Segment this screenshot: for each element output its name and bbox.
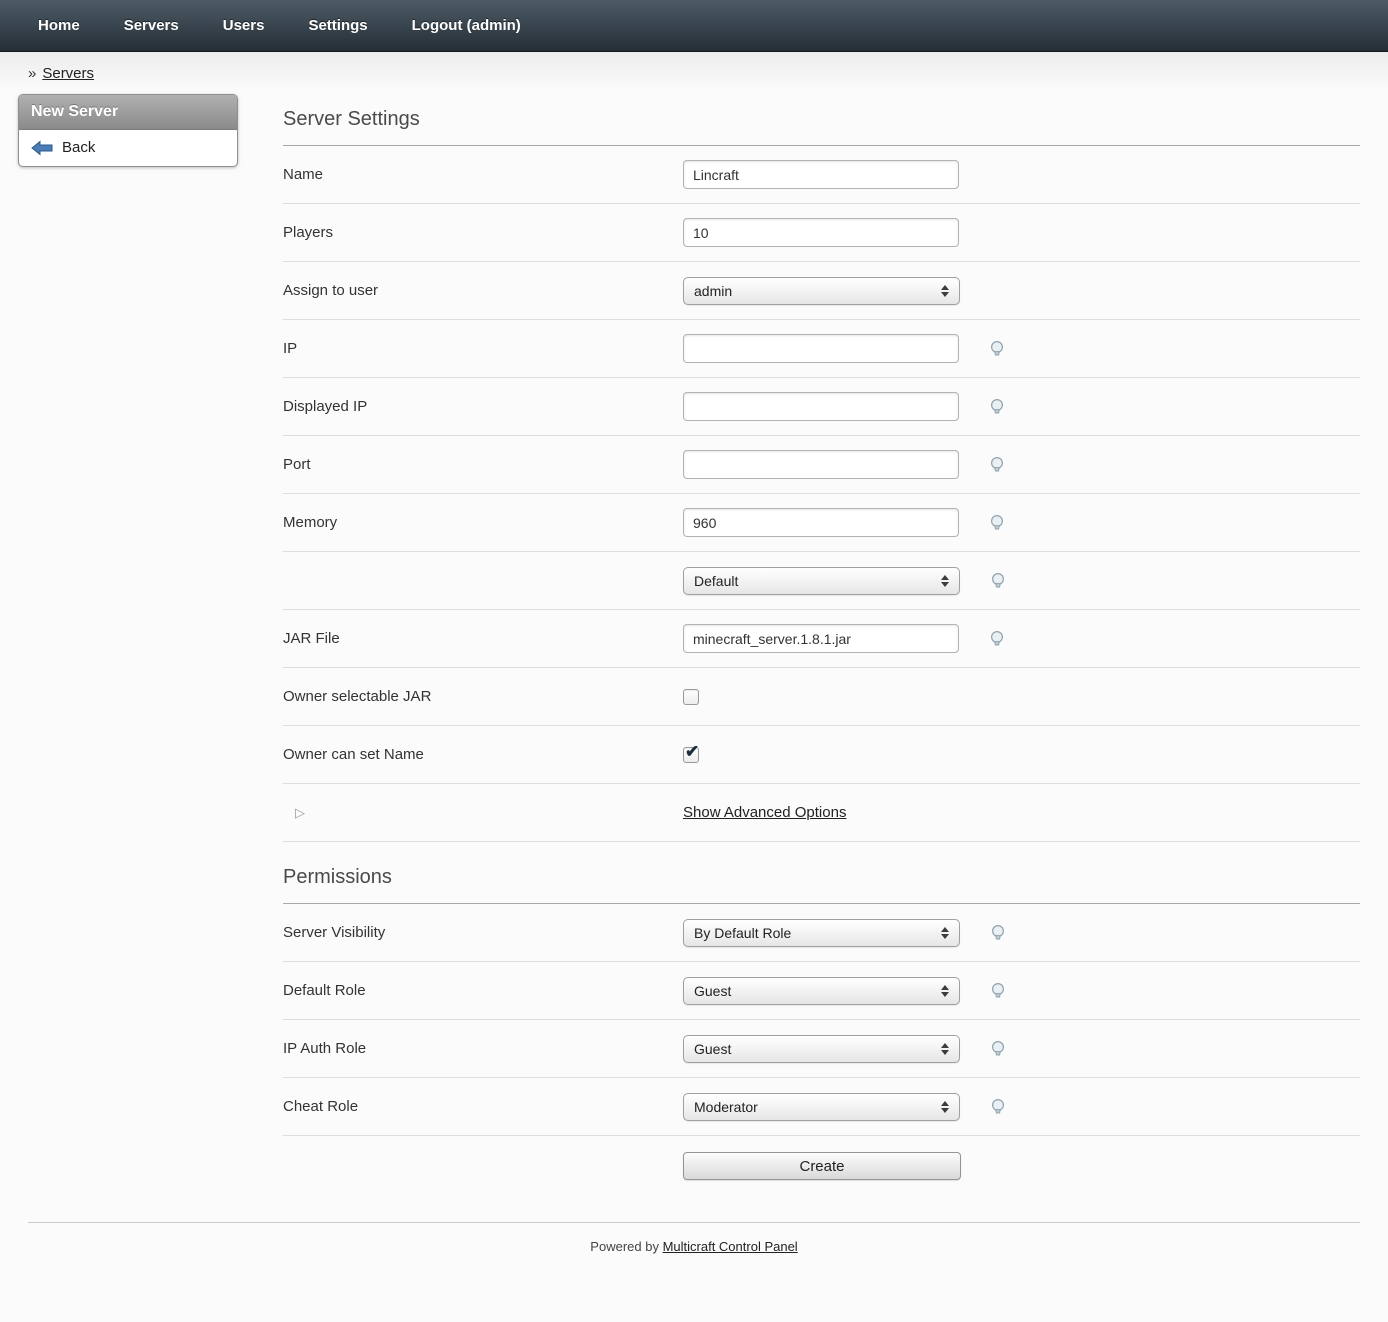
select-stepper-icon bbox=[941, 985, 951, 997]
memory-input[interactable] bbox=[683, 508, 959, 537]
memory-label: Memory bbox=[283, 514, 683, 531]
form-row-ip-auth-role: IP Auth Role Guest bbox=[283, 1020, 1360, 1078]
back-label: Back bbox=[62, 139, 95, 156]
main-content: Server Settings Name Players Assign to u… bbox=[283, 90, 1360, 1188]
sidebar-panel: New Server Back bbox=[18, 94, 238, 167]
server-visibility-help-lightbulb-icon[interactable] bbox=[988, 923, 1008, 943]
select-stepper-icon bbox=[941, 1043, 951, 1055]
jar-file-input[interactable] bbox=[683, 624, 959, 653]
players-label: Players bbox=[283, 224, 683, 241]
cheat-role-select[interactable]: Moderator bbox=[683, 1093, 960, 1121]
sidebar-title: New Server bbox=[19, 95, 237, 130]
ip-auth-role-label: IP Auth Role bbox=[283, 1040, 683, 1057]
port-label: Port bbox=[283, 456, 683, 473]
port-input[interactable] bbox=[683, 450, 959, 479]
name-input[interactable] bbox=[683, 160, 959, 189]
owner-can-set-name-checkbox[interactable] bbox=[683, 747, 699, 763]
displayed-ip-help-lightbulb-icon[interactable] bbox=[987, 397, 1007, 417]
page-footer: Powered by Multicraft Control Panel bbox=[28, 1222, 1360, 1272]
form-row-jar-file: JAR File bbox=[283, 610, 1360, 668]
owner-selectable-jar-checkbox[interactable] bbox=[683, 689, 699, 705]
port-help-lightbulb-icon[interactable] bbox=[987, 455, 1007, 475]
cheat-role-select-value: Moderator bbox=[694, 1099, 758, 1115]
form-row-memory: Memory bbox=[283, 494, 1360, 552]
ip-auth-role-select[interactable]: Guest bbox=[683, 1035, 960, 1063]
form-row-server-visibility: Server Visibility By Default Role bbox=[283, 904, 1360, 962]
form-row-players: Players bbox=[283, 204, 1360, 262]
assign-user-select[interactable]: admin bbox=[683, 277, 960, 305]
form-row-advanced-options: ▷ Show Advanced Options bbox=[283, 784, 1360, 842]
server-visibility-label: Server Visibility bbox=[283, 924, 683, 941]
default-role-select[interactable]: Guest bbox=[683, 977, 960, 1005]
select-stepper-icon bbox=[941, 285, 951, 297]
form-row-displayed-ip: Displayed IP bbox=[283, 378, 1360, 436]
select-stepper-icon bbox=[941, 575, 951, 587]
create-row-spacer bbox=[283, 1152, 683, 1180]
back-button[interactable]: Back bbox=[19, 130, 237, 166]
form-row-assign-user: Assign to user admin bbox=[283, 262, 1360, 320]
form-row-cheat-role: Cheat Role Moderator bbox=[283, 1078, 1360, 1136]
create-row: Create bbox=[283, 1136, 1360, 1188]
create-button[interactable]: Create bbox=[683, 1152, 961, 1180]
footer-text: Powered by bbox=[590, 1239, 659, 1254]
breadcrumb-link-servers[interactable]: Servers bbox=[42, 65, 94, 82]
owner-selectable-jar-label: Owner selectable JAR bbox=[283, 688, 683, 705]
nav-item-home[interactable]: Home bbox=[16, 17, 102, 34]
cheat-role-help-lightbulb-icon[interactable] bbox=[988, 1097, 1008, 1117]
jar-default-select-value: Default bbox=[694, 573, 738, 589]
form-row-default-role: Default Role Guest bbox=[283, 962, 1360, 1020]
jar-file-help-lightbulb-icon[interactable] bbox=[987, 629, 1007, 649]
ip-label: IP bbox=[283, 340, 683, 357]
top-navbar: Home Servers Users Settings Logout (admi… bbox=[0, 0, 1388, 52]
ip-auth-role-select-value: Guest bbox=[694, 1041, 731, 1057]
displayed-ip-input[interactable] bbox=[683, 392, 959, 421]
back-arrow-icon bbox=[31, 140, 53, 156]
disclosure-triangle-icon[interactable]: ▷ bbox=[283, 805, 683, 821]
server-visibility-select[interactable]: By Default Role bbox=[683, 919, 960, 947]
default-role-label: Default Role bbox=[283, 982, 683, 999]
form-row-owner-selectable-jar: Owner selectable JAR bbox=[283, 668, 1360, 726]
ip-help-lightbulb-icon[interactable] bbox=[987, 339, 1007, 359]
jar-file-label: JAR File bbox=[283, 630, 683, 647]
form-row-jar-default: Default bbox=[283, 552, 1360, 610]
memory-help-lightbulb-icon[interactable] bbox=[987, 513, 1007, 533]
assign-user-label: Assign to user bbox=[283, 282, 683, 299]
breadcrumb: » Servers bbox=[0, 52, 1388, 90]
server-settings-heading: Server Settings bbox=[283, 90, 1360, 145]
form-row-owner-can-set-name: Owner can set Name bbox=[283, 726, 1360, 784]
server-visibility-select-value: By Default Role bbox=[694, 925, 791, 941]
select-stepper-icon bbox=[941, 1101, 951, 1113]
assign-user-select-value: admin bbox=[694, 283, 732, 299]
name-label: Name bbox=[283, 166, 683, 183]
permissions-heading: Permissions bbox=[283, 842, 1360, 903]
select-stepper-icon bbox=[941, 927, 951, 939]
jar-default-select[interactable]: Default bbox=[683, 567, 960, 595]
nav-item-settings[interactable]: Settings bbox=[286, 17, 389, 34]
nav-item-users[interactable]: Users bbox=[201, 17, 287, 34]
ip-input[interactable] bbox=[683, 334, 959, 363]
nav-item-logout[interactable]: Logout (admin) bbox=[390, 17, 543, 34]
form-row-ip: IP bbox=[283, 320, 1360, 378]
ip-auth-role-help-lightbulb-icon[interactable] bbox=[988, 1039, 1008, 1059]
show-advanced-options-link[interactable]: Show Advanced Options bbox=[683, 804, 846, 821]
jar-default-help-lightbulb-icon[interactable] bbox=[988, 571, 1008, 591]
form-row-port: Port bbox=[283, 436, 1360, 494]
form-row-name: Name bbox=[283, 146, 1360, 204]
players-input[interactable] bbox=[683, 218, 959, 247]
nav-item-servers[interactable]: Servers bbox=[102, 17, 201, 34]
default-role-select-value: Guest bbox=[694, 983, 731, 999]
displayed-ip-label: Displayed IP bbox=[283, 398, 683, 415]
breadcrumb-separator: » bbox=[28, 65, 36, 82]
footer-multicraft-link[interactable]: Multicraft Control Panel bbox=[663, 1239, 798, 1254]
owner-can-set-name-label: Owner can set Name bbox=[283, 746, 683, 763]
cheat-role-label: Cheat Role bbox=[283, 1098, 683, 1115]
default-role-help-lightbulb-icon[interactable] bbox=[988, 981, 1008, 1001]
